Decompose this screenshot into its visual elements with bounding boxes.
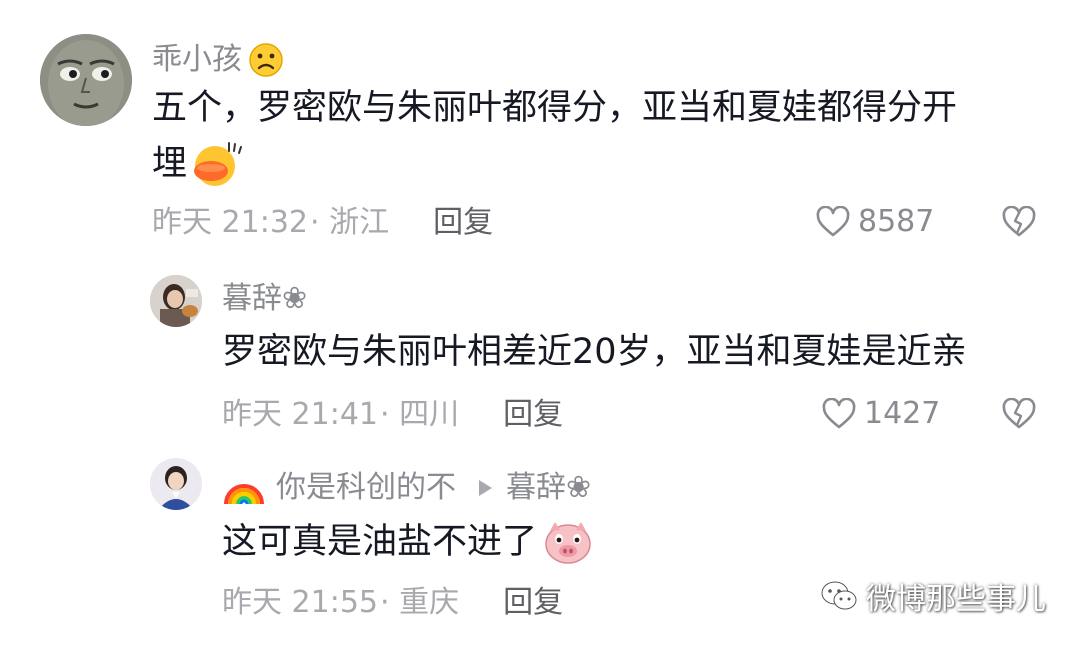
- reply-button[interactable]: 回复: [433, 208, 493, 238]
- heart-outline-icon: [822, 398, 856, 429]
- comment-meta: 昨天 21:32 · 浙江 回复: [152, 208, 493, 238]
- comment-text: 五个，罗密欧与朱丽叶都得分，亚当和夏娃都得分开 埋: [152, 80, 1052, 192]
- comment-username[interactable]: 暮辞❀: [222, 284, 307, 314]
- like-count: 1427: [864, 396, 941, 431]
- username-text: 你是科创的不: [276, 470, 456, 505]
- like-button[interactable]: 1427: [822, 398, 940, 430]
- heart-outline-icon: [816, 206, 850, 237]
- pig-face-emoji: [545, 522, 591, 564]
- username-text: 乖小孩: [152, 42, 242, 77]
- watermark: 微博那些事儿: [820, 574, 1046, 618]
- comment-meta: 昨天 21:41 · 四川 回复: [222, 400, 563, 430]
- watermark-text: 微博那些事儿: [866, 582, 1046, 617]
- reply-button[interactable]: 回复: [503, 400, 563, 430]
- frowning-face-emoji: [249, 43, 283, 77]
- comment-username[interactable]: 你是科创的不 暮辞❀: [222, 468, 591, 508]
- reply-to-username[interactable]: 暮辞❀: [506, 473, 591, 503]
- comment-text: 罗密欧与朱丽叶相差近20岁，亚当和夏娃是近亲: [222, 332, 967, 372]
- like-count: 8587: [858, 204, 935, 239]
- avatar[interactable]: [150, 458, 202, 510]
- comment-location: · 浙江: [310, 205, 390, 240]
- comment-location: · 四川: [380, 397, 460, 432]
- duck-emoji: [194, 142, 243, 186]
- dislike-button[interactable]: [1002, 397, 1036, 434]
- broken-heart-icon: [1002, 397, 1036, 429]
- like-button[interactable]: 8587: [816, 206, 934, 238]
- comment-location: · 重庆: [380, 585, 460, 620]
- comment-time: 昨天 21:41: [222, 397, 378, 432]
- avatar[interactable]: [40, 34, 132, 126]
- comment-time: 昨天 21:32: [152, 205, 308, 240]
- comment-text-tail: 埋: [152, 144, 188, 184]
- broken-heart-icon: [1002, 205, 1036, 237]
- comment-text: 这可真是油盐不进了: [222, 514, 1062, 570]
- wechat-logo-icon: [821, 581, 857, 610]
- comment-text-line: 埋: [152, 136, 1052, 192]
- comment-username[interactable]: 乖小孩: [152, 42, 284, 78]
- rainbow-emoji: [224, 484, 264, 505]
- comment-text-line: 五个，罗密欧与朱丽叶都得分，亚当和夏娃都得分开: [152, 88, 958, 128]
- dislike-button[interactable]: [1002, 205, 1036, 242]
- comment-text-body: 这可真是油盐不进了: [222, 522, 538, 562]
- comment-time: 昨天 21:55: [222, 585, 378, 620]
- username-text: 暮辞❀: [222, 281, 308, 316]
- avatar[interactable]: [150, 275, 202, 327]
- reply-arrow-icon: [479, 480, 492, 496]
- reply-button[interactable]: 回复: [503, 588, 563, 618]
- comment-meta: 昨天 21:55 · 重庆 回复: [222, 588, 563, 618]
